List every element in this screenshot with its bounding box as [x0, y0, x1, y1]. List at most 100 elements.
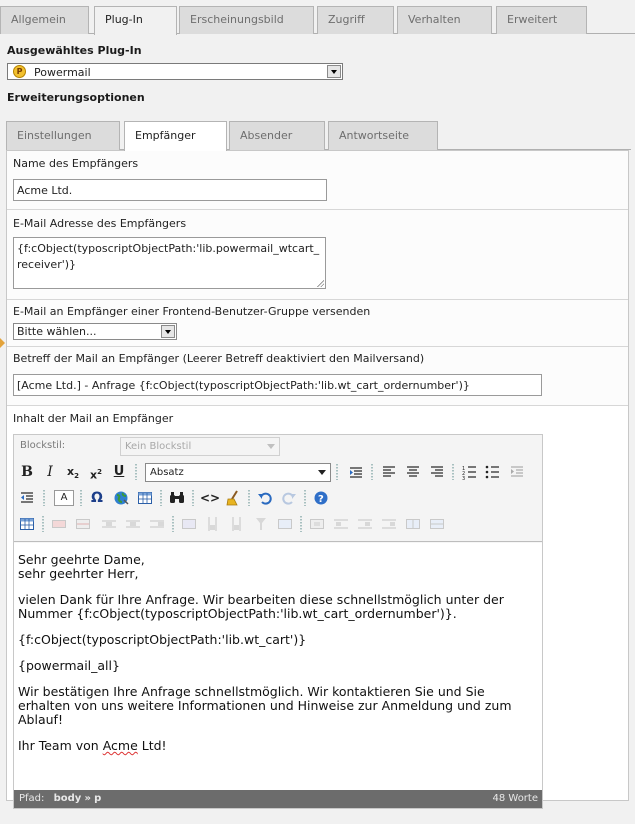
tab-allgemein[interactable]: Allgemein: [0, 6, 89, 34]
content-para-2: {f:cObject(typoscriptObjectPath:'lib.wt_…: [18, 632, 307, 647]
receiver-name-block: Name des Empfängers Acme Ltd.: [7, 151, 628, 210]
toolbar-separator: [172, 516, 174, 532]
cell-insert-before-icon[interactable]: [332, 515, 350, 533]
bold-icon[interactable]: B: [18, 463, 36, 481]
subject-block: Betreff der Mail an Empfänger (Leerer Be…: [7, 347, 628, 406]
italic-icon[interactable]: I: [41, 463, 59, 481]
chevron-down-icon: [317, 467, 328, 478]
resize-grip-icon[interactable]: [316, 279, 324, 287]
outdent-icon[interactable]: [18, 489, 36, 507]
content-greeting-1: Sehr geehrte Dame,: [18, 552, 145, 567]
rich-text-editor: Blockstil: Kein Blockstil B I x2 x2 U Ab…: [13, 434, 543, 809]
content-para-4b: erhalten von uns weitere Informationen u…: [18, 698, 512, 713]
content-para-4a: Wir bestätigen Ihre Anfrage schnellstmög…: [18, 684, 485, 699]
toolbar-separator: [336, 464, 338, 480]
tab-absender[interactable]: Absender: [229, 121, 325, 150]
broom-clean-icon[interactable]: [224, 489, 242, 507]
toolbar-separator: [160, 490, 162, 506]
rte-content[interactable]: Sehr geehrte Dame, sehr geehrter Herr, v…: [14, 543, 542, 791]
chevron-down-icon[interactable]: [327, 65, 341, 78]
receiver-email-textarea[interactable]: {f:cObject(typoscriptObjectPath:'lib.pow…: [13, 237, 326, 289]
cell-merge-icon[interactable]: [428, 515, 446, 533]
toolbar-separator: [371, 464, 373, 480]
column-split-icon[interactable]: [276, 515, 294, 533]
tab-empfaenger[interactable]: Empfänger: [124, 121, 227, 151]
tab-erscheinungsbild[interactable]: Erscheinungsbild: [179, 6, 314, 34]
status-path-body[interactable]: body: [54, 793, 82, 804]
superscript-icon[interactable]: x2: [87, 463, 105, 482]
receiver-email-value: {f:cObject(typoscriptObjectPath:'lib.pow…: [17, 242, 320, 271]
help-icon[interactable]: ?: [312, 489, 330, 507]
toolbar-separator: [135, 464, 137, 480]
column-insert-after-icon[interactable]: [228, 515, 246, 533]
content-para-3: {powermail_all}: [18, 658, 120, 673]
receiver-form: Name des Empfängers Acme Ltd. E-Mail Adr…: [6, 150, 629, 809]
row-insert-before-icon[interactable]: [100, 515, 118, 533]
inner-tab-bar: Einstellungen Empfänger Absender Antwort…: [6, 121, 631, 151]
html-source-icon[interactable]: <>: [200, 489, 220, 507]
frontend-group-value: Bitte wählen...: [17, 325, 97, 338]
list-indent-icon[interactable]: [347, 463, 365, 481]
selected-plugin-label: Ausgewähltes Plug-In: [7, 44, 142, 57]
tab-zugriff[interactable]: Zugriff: [317, 6, 394, 34]
row-insert-after-icon[interactable]: [124, 515, 142, 533]
undo-icon[interactable]: [256, 489, 274, 507]
tab-verhalten[interactable]: Verhalten: [397, 6, 492, 34]
underline-icon[interactable]: U: [110, 463, 128, 481]
table-icon[interactable]: [136, 489, 154, 507]
tab-einstellungen[interactable]: Einstellungen: [6, 121, 120, 150]
frontend-group-label: E-Mail an Empfänger einer Frontend-Benut…: [13, 305, 371, 318]
column-insert-before-icon[interactable]: [204, 515, 222, 533]
subject-label: Betreff der Mail an Empfänger (Leerer Be…: [13, 352, 425, 365]
content-sign-suffix: Ltd!: [137, 738, 167, 753]
globe-link-icon[interactable]: [112, 489, 130, 507]
subject-input[interactable]: [Acme Ltd.] - Anfrage {f:cObject(typoscr…: [13, 374, 542, 396]
omega-special-char-icon[interactable]: Ω: [88, 489, 106, 507]
subscript-icon[interactable]: x2: [64, 463, 82, 481]
align-center-icon[interactable]: [404, 463, 422, 481]
frontend-group-block: E-Mail an Empfänger einer Frontend-Benut…: [7, 300, 628, 347]
content-sign-prefix: Ihr Team von: [18, 738, 103, 753]
chevron-down-icon: [267, 444, 275, 449]
tab-plug-in[interactable]: Plug-In: [94, 6, 177, 35]
tab-erweitert[interactable]: Erweitert: [496, 6, 587, 34]
content-para-1a: vielen Dank für Ihre Anfrage. Wir bearbe…: [18, 592, 504, 607]
align-right-icon[interactable]: [428, 463, 446, 481]
unordered-list-icon[interactable]: [484, 463, 502, 481]
text-style-icon[interactable]: A: [52, 489, 76, 507]
table-properties-icon[interactable]: [18, 515, 36, 533]
toolbar-separator: [42, 516, 44, 532]
cell-split-icon[interactable]: [404, 515, 422, 533]
column-delete-icon[interactable]: [252, 515, 270, 533]
receiver-name-input[interactable]: Acme Ltd.: [13, 179, 327, 201]
indent-icon[interactable]: [508, 463, 526, 481]
top-tab-bar: Allgemein Plug-In Erscheinungsbild Zugri…: [0, 6, 635, 35]
row-delete-icon[interactable]: [148, 515, 166, 533]
cell-delete-icon[interactable]: [380, 515, 398, 533]
status-path-p[interactable]: p: [94, 793, 101, 804]
row-insert-icon[interactable]: [74, 515, 92, 533]
redo-icon[interactable]: [280, 489, 298, 507]
status-word-count: 48 Worte: [492, 793, 538, 804]
tab-antwortseite[interactable]: Antwortseite: [328, 121, 438, 150]
field-change-marker: [0, 338, 5, 348]
blockstil-select[interactable]: Kein Blockstil: [120, 437, 280, 456]
cell-insert-after-icon[interactable]: [356, 515, 374, 533]
column-properties-icon[interactable]: [180, 515, 198, 533]
powermail-icon: P: [13, 65, 26, 78]
plugin-select-value: Powermail: [34, 66, 91, 79]
align-left-icon[interactable]: [380, 463, 398, 481]
binoculars-find-icon[interactable]: [168, 489, 186, 507]
plugin-select[interactable]: P Powermail: [7, 63, 343, 80]
format-value: Absatz: [150, 467, 184, 478]
content-para-4c: Ablauf!: [18, 712, 63, 727]
frontend-group-select[interactable]: Bitte wählen...: [13, 323, 177, 340]
row-properties-icon[interactable]: [50, 515, 68, 533]
content-greeting-2: sehr geehrter Herr,: [18, 566, 139, 581]
chevron-down-icon[interactable]: [161, 325, 175, 338]
ordered-list-icon[interactable]: 123: [461, 463, 479, 481]
format-select[interactable]: Absatz: [145, 463, 331, 482]
cell-properties-icon[interactable]: [308, 515, 326, 533]
toolbar-separator: [80, 490, 82, 506]
toolbar-separator: [452, 464, 454, 480]
